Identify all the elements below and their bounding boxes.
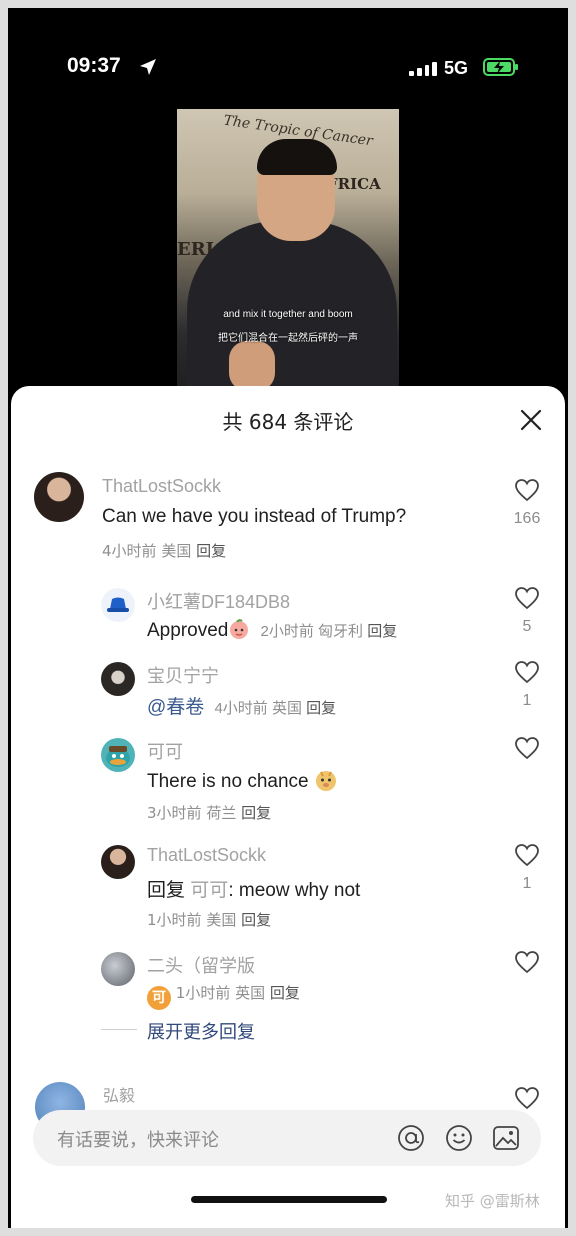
comment-time: 4小时前 xyxy=(214,700,268,717)
subtitle-english: and mix it together and boom xyxy=(223,309,353,320)
comment-meta: 1小时前 美国 回复 xyxy=(147,909,271,930)
reply-item: 小红薯DF184DB8 Approved 2小时前 匈牙利 回复 5 xyxy=(11,582,565,642)
reply-item: 可可 There is no chance 3小时前 荷兰 回复 xyxy=(11,734,565,824)
cellular-signal-icon xyxy=(409,60,437,76)
doge-emoji-icon xyxy=(315,771,336,791)
avatar[interactable] xyxy=(101,845,135,879)
comment-text: Can we have you instead of Trump? xyxy=(102,506,407,527)
map-label: FRICA xyxy=(327,175,381,193)
heart-icon[interactable] xyxy=(514,736,540,760)
comment-region: 美国 xyxy=(206,911,237,929)
heart-icon[interactable] xyxy=(514,660,540,684)
peach-face-icon xyxy=(230,619,249,639)
comments-sheet: 共 684 条评论 ThatLostSockk Can we have you … xyxy=(11,386,565,1228)
comments-count-title: 共 684 条评论 xyxy=(222,410,354,434)
reply-prefix: 回复 xyxy=(147,880,186,901)
comment-time: 1小时前 xyxy=(147,911,202,929)
comment-input[interactable]: 有话要说，快来评论 xyxy=(33,1110,541,1166)
expand-replies-button[interactable]: 展开更多回复 xyxy=(147,1018,255,1044)
comment-time: 4小时前 xyxy=(102,542,157,560)
home-indicator[interactable] xyxy=(191,1196,387,1203)
reply-button[interactable]: 回复 xyxy=(270,984,300,1002)
comment-time: 1小时前 xyxy=(175,984,231,1002)
screenshot-frame: 09:37 5G The Tropic of Cancer FRICA ERIC… xyxy=(0,0,576,1236)
phone-screen: 09:37 5G The Tropic of Cancer FRICA ERIC… xyxy=(11,16,565,1228)
reply-button[interactable]: 回复 xyxy=(367,623,397,640)
image-picker-icon[interactable] xyxy=(492,1124,520,1152)
comment-text: There is no chance xyxy=(147,771,309,792)
mention-at-icon[interactable] xyxy=(397,1124,425,1152)
like-count: 166 xyxy=(513,510,541,527)
comment-region: 英国 xyxy=(271,700,302,717)
like-count: 1 xyxy=(522,692,532,709)
reply-target-user[interactable]: 可可 xyxy=(190,880,228,901)
avatar[interactable] xyxy=(101,588,135,622)
comment-username[interactable]: 小红薯DF184DB8 xyxy=(147,588,290,614)
comment-username[interactable]: 二头（留学版 xyxy=(147,952,255,978)
person-jacket xyxy=(187,221,397,391)
avatar[interactable] xyxy=(34,472,84,522)
reply-button[interactable]: 回复 xyxy=(241,911,271,929)
comment-text-line: There is no chance xyxy=(147,768,338,793)
heart-icon[interactable] xyxy=(514,478,540,502)
comment-meta: 2小时前 匈牙利 回复 xyxy=(256,623,398,640)
avatar[interactable] xyxy=(101,738,135,772)
comment-meta: 可 1小时前 英国 回复 xyxy=(147,982,300,1010)
comment-meta: 4小时前 美国 回复 xyxy=(102,540,226,561)
divider xyxy=(101,1029,137,1030)
like-count: 5 xyxy=(522,618,532,635)
reply-button[interactable]: 回复 xyxy=(306,700,336,717)
comment-username[interactable]: ThatLostSockk xyxy=(102,476,221,497)
reply-button[interactable]: 回复 xyxy=(196,542,226,560)
comment-meta: 3小时前 荷兰 回复 xyxy=(147,802,271,823)
reply-item: 宝贝宁宁 @春卷 4小时前 英国 回复 1 xyxy=(11,658,565,718)
comment-item: ThatLostSockk Can we have you instead of… xyxy=(11,472,565,562)
level-badge: 可 xyxy=(147,986,171,1010)
emoji-smile-icon[interactable] xyxy=(445,1124,473,1152)
comment-username[interactable]: 可可 xyxy=(147,738,183,764)
person-hand xyxy=(229,341,275,391)
network-type: 5G xyxy=(444,58,469,78)
heart-icon[interactable] xyxy=(514,843,540,867)
comment-input-placeholder: 有话要说，快来评论 xyxy=(57,1130,219,1151)
comment-username[interactable]: 宝贝宁宁 xyxy=(147,662,219,688)
video-player[interactable]: The Tropic of Cancer FRICA ERIC and mix … xyxy=(177,109,399,391)
like-count: 1 xyxy=(522,875,532,892)
comment-text-line: @春卷 4小时前 英国 回复 xyxy=(147,692,336,719)
reply-item: 二头（留学版 可 1小时前 英国 回复 xyxy=(11,948,565,1010)
heart-icon[interactable] xyxy=(514,586,540,610)
comment-meta: 4小时前 英国 回复 xyxy=(210,700,336,717)
comment-region: 匈牙利 xyxy=(318,623,364,640)
comment-time: 3小时前 xyxy=(147,804,202,822)
comment-text: Approved xyxy=(147,620,229,641)
comment-time: 2小时前 xyxy=(260,623,314,640)
comment-region: 英国 xyxy=(235,984,266,1002)
location-arrow-icon xyxy=(140,59,156,75)
platypus-icon xyxy=(106,746,130,767)
reply-item: ThatLostSockk 回复 可可: meow why not 1小时前 美… xyxy=(11,841,565,931)
hat-icon xyxy=(107,597,129,612)
person-hair xyxy=(257,139,337,175)
subtitle-chinese: 把它们混合在一起然后砰的一声 xyxy=(218,333,358,344)
heart-icon[interactable] xyxy=(514,1086,540,1110)
comment-username[interactable]: ThatLostSockk xyxy=(147,845,266,866)
avatar[interactable] xyxy=(101,662,135,696)
comment-region: 美国 xyxy=(161,542,192,560)
avatar[interactable] xyxy=(101,952,135,986)
mention-link[interactable]: @春卷 xyxy=(147,697,204,718)
comment-text: : meow why not xyxy=(228,880,361,901)
reply-button[interactable]: 回复 xyxy=(241,804,271,822)
close-icon[interactable] xyxy=(519,408,543,432)
battery-charging-icon xyxy=(483,58,518,76)
comment-username[interactable]: 弘毅 xyxy=(103,1082,135,1106)
comment-region: 荷兰 xyxy=(206,804,237,822)
comment-text-line: 回复 可可: meow why not xyxy=(147,875,360,902)
watermark: 知乎 @雷斯林 xyxy=(445,1192,540,1210)
status-time: 09:37 xyxy=(67,54,121,77)
comment-text-line: Approved 2小时前 匈牙利 回复 xyxy=(147,618,397,642)
heart-icon[interactable] xyxy=(514,950,540,974)
